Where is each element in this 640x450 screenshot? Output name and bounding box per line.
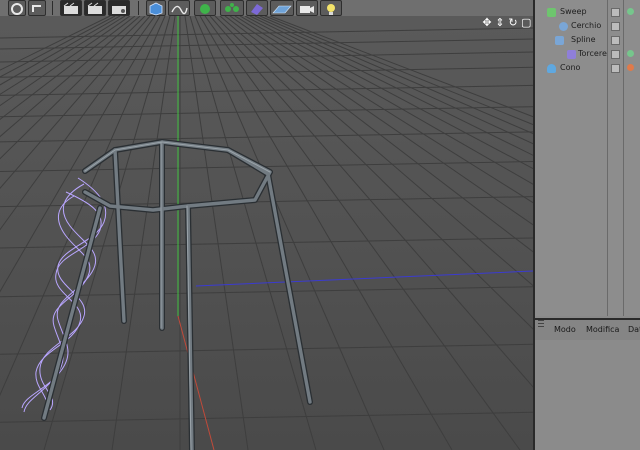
redo-icon — [32, 5, 41, 12]
toolbar-separator — [52, 1, 53, 15]
object-row-sweep[interactable]: Sweep — [535, 5, 640, 19]
visibility-toggle[interactable] — [611, 36, 620, 45]
object-row-cono[interactable]: Cono — [535, 61, 640, 75]
camera-button[interactable] — [296, 0, 318, 16]
move-view-icon[interactable]: ✥ — [482, 17, 492, 29]
object-label: Spline — [571, 35, 596, 44]
deformer-icon — [251, 4, 263, 15]
right-panel: Sweep Cerchio Spline Torcere Cono Modo M… — [533, 0, 640, 450]
attribute-manager — [535, 340, 640, 450]
render-settings-button[interactable] — [108, 0, 130, 16]
deformer-button[interactable] — [246, 0, 268, 16]
object-row-spline[interactable]: Spline — [535, 33, 640, 47]
floor-icon — [272, 5, 292, 14]
spline-icon — [555, 36, 564, 45]
viewport-navigation: ✥ ⇕ ↻ ▢ — [482, 17, 531, 29]
visibility-toggle[interactable] — [611, 50, 620, 59]
cone-icon — [547, 64, 556, 73]
cube-button[interactable] — [146, 0, 166, 16]
light-icon — [327, 4, 335, 15]
twist-deformer-icon — [567, 50, 576, 59]
enabled-check-icon[interactable] — [627, 50, 634, 57]
floor-button[interactable] — [270, 0, 294, 16]
undo-button[interactable] — [8, 0, 26, 16]
circle-spline-icon — [559, 22, 568, 31]
array-icon — [225, 3, 239, 12]
camera-icon — [300, 6, 314, 13]
object-row-cerchio[interactable]: Cerchio — [535, 19, 640, 33]
menu-modo[interactable]: Modo — [554, 320, 576, 340]
clapper-icon — [63, 2, 78, 14]
spline-pen-icon — [171, 5, 188, 15]
undo-icon — [11, 3, 23, 15]
render-region-button[interactable] — [60, 0, 82, 16]
render-view-button[interactable] — [84, 0, 106, 16]
rotate-view-icon[interactable]: ↻ — [508, 17, 518, 29]
object-manager[interactable]: Sweep Cerchio Spline Torcere Cono — [535, 0, 640, 316]
clapper-gear-icon — [112, 6, 126, 14]
object-label: Cono — [560, 63, 581, 72]
enabled-check-icon[interactable] — [627, 8, 634, 15]
maximize-view-icon[interactable]: ▢ — [521, 17, 531, 29]
material-tag-icon[interactable] — [627, 64, 634, 71]
drag-handle-icon[interactable] — [538, 320, 544, 328]
toolbar — [0, 0, 533, 17]
visibility-toggle[interactable] — [611, 8, 620, 17]
visibility-toggle[interactable] — [611, 22, 620, 31]
toolbar-separator — [138, 1, 139, 15]
nurbs-icon — [200, 4, 210, 14]
menu-modifica[interactable]: Modifica — [586, 320, 619, 340]
cube-icon — [149, 2, 163, 16]
redo-button[interactable] — [28, 0, 46, 16]
nurbs-button[interactable] — [194, 0, 216, 16]
scale-view-icon[interactable]: ⇕ — [495, 17, 505, 29]
array-button[interactable] — [220, 0, 244, 16]
sweep-nurbs-icon — [547, 8, 556, 17]
visibility-toggle[interactable] — [611, 64, 620, 73]
object-row-torcere[interactable]: Torcere — [535, 47, 640, 61]
clapper-icon — [87, 2, 102, 14]
object-label: Cerchio — [571, 21, 602, 30]
light-button[interactable] — [320, 0, 342, 16]
menu-dati[interactable]: Dat — [628, 320, 640, 340]
3d-viewport[interactable]: ✥ ⇕ ↻ ▢ — [0, 16, 533, 450]
viewport-canvas[interactable] — [0, 16, 533, 450]
object-label: Torcere — [578, 49, 607, 58]
attribute-manager-menu: Modo Modifica Dat — [535, 318, 640, 341]
spline-pen-button[interactable] — [168, 0, 190, 16]
object-label: Sweep — [560, 7, 587, 16]
